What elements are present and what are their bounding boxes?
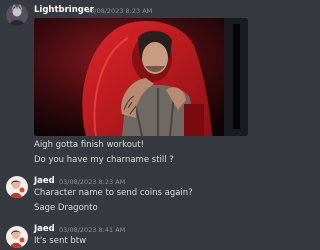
- message-text: Do you have my charname still ?: [34, 155, 174, 165]
- avatar-image-icon: [6, 176, 28, 198]
- avatar-image-icon: [6, 4, 28, 26]
- timestamp: 03/08/2023 8:41 AM: [59, 226, 126, 234]
- username[interactable]: Jaed: [34, 176, 55, 186]
- message-text: It's sent btw: [34, 236, 87, 246]
- message-lightbringer: Lightbringer 03/08/2023 8:23 AM Aigh got…: [0, 0, 258, 168]
- avatar[interactable]: [6, 226, 28, 248]
- avatar[interactable]: [6, 4, 28, 26]
- message-text: Aigh gotta finish workout!: [34, 140, 145, 150]
- message-text: Character name to send coins again?: [34, 188, 193, 198]
- timestamp: 03/08/2023 8:23 AM: [86, 7, 153, 15]
- image-attachment[interactable]: [34, 18, 248, 136]
- image-attachment-icon: [34, 18, 248, 136]
- timestamp: 03/08/2023 8:23 AM: [59, 178, 126, 186]
- avatar[interactable]: [6, 176, 28, 198]
- message-jaed-1: Jaed 03/08/2023 8:23 AM Character name t…: [0, 172, 258, 216]
- message-jaed-2: Jaed 03/08/2023 8:41 AM It's sent btw: [0, 222, 258, 250]
- message-text: Sage Dragonto: [34, 203, 98, 213]
- username[interactable]: Lightbringer: [34, 5, 94, 15]
- avatar-image-icon: [6, 226, 28, 248]
- username[interactable]: Jaed: [34, 224, 55, 234]
